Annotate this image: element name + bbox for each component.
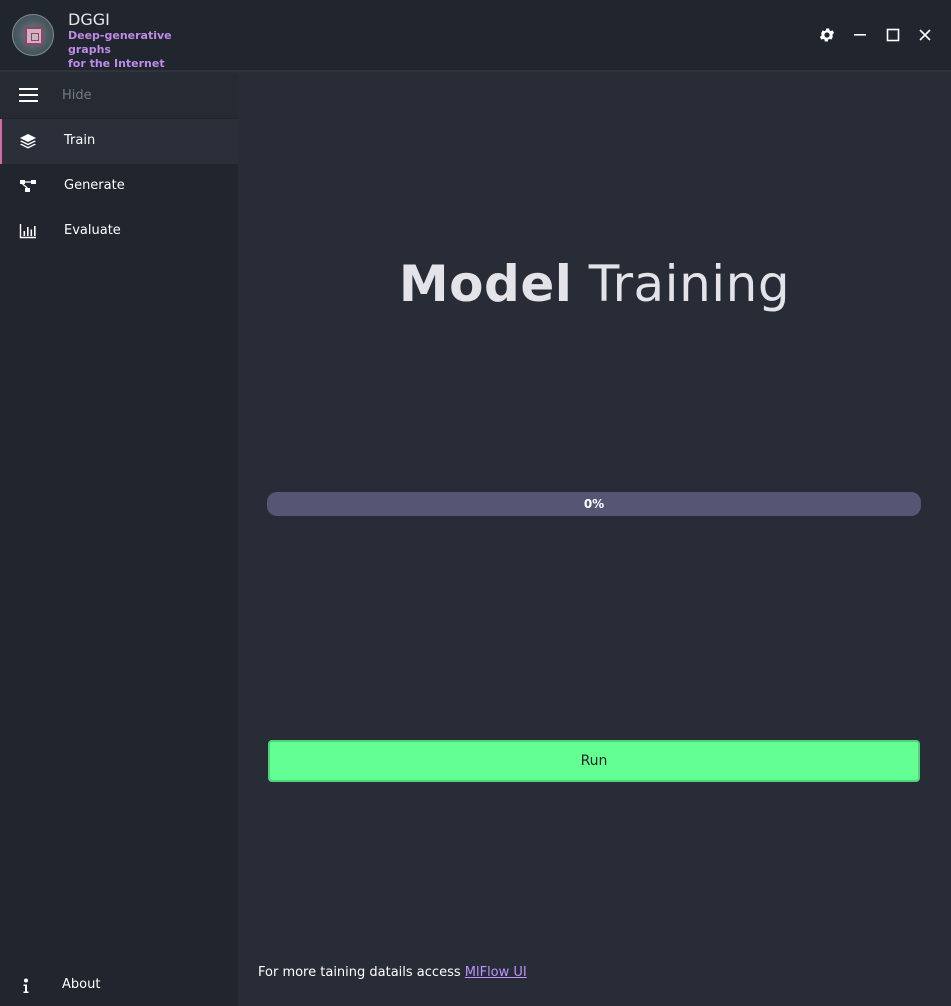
app-subtitle-line1: Deep-generative graphs [68,29,172,56]
title-bar: DGGI Deep-generative graphs for the Inte… [0,0,951,72]
sidebar-toggle[interactable]: Hide [0,74,238,118]
sidebar-item-about[interactable]: About [0,966,238,1006]
sidebar-item-generate[interactable]: Generate [0,164,238,209]
graph-nodes-icon [20,180,36,192]
minimize-button[interactable] [849,24,871,46]
progress-label: 0% [583,497,605,511]
gear-icon [819,28,835,42]
minimize-icon [854,34,866,36]
hamburger-icon [19,88,38,103]
close-button[interactable] [914,24,936,46]
chip-icon [25,27,43,45]
sidebar-item-label: Generate [64,178,125,193]
sidebar-item-train[interactable]: Train [0,119,238,164]
sidebar-toggle-label: Hide [62,88,92,103]
page-title-light: Training [588,255,791,313]
app-title: DGGI [68,10,110,29]
app-subtitle: Deep-generative graphs for the Internet [68,29,218,71]
bar-chart-icon [19,224,36,239]
app-window: DGGI Deep-generative graphs for the Inte… [0,0,951,1006]
info-icon [23,978,29,993]
mlflow-footer: For more taining datails access MlFlow U… [258,965,527,980]
training-progress-bar: 0% [267,492,921,516]
sidebar-item-label: About [62,977,101,992]
page-title: Model Training [238,255,951,313]
sidebar-item-evaluate[interactable]: Evaluate [0,209,238,254]
sidebar-item-label: Evaluate [64,223,121,238]
maximize-icon [886,28,900,42]
close-icon [919,29,931,41]
page-title-bold: Model [398,255,573,313]
app-subtitle-line2: for the Internet [68,57,165,70]
footer-text: For more taining datails access [258,965,461,980]
sidebar-item-label: Train [64,133,96,148]
layers-icon [20,134,36,149]
settings-button[interactable] [816,24,838,46]
sidebar: Hide Train Generate Evaluate About [0,74,238,1006]
mlflow-ui-link[interactable]: MlFlow UI [465,965,527,980]
app-logo [12,14,54,56]
maximize-button[interactable] [882,24,904,46]
run-button[interactable]: Run [268,740,920,782]
